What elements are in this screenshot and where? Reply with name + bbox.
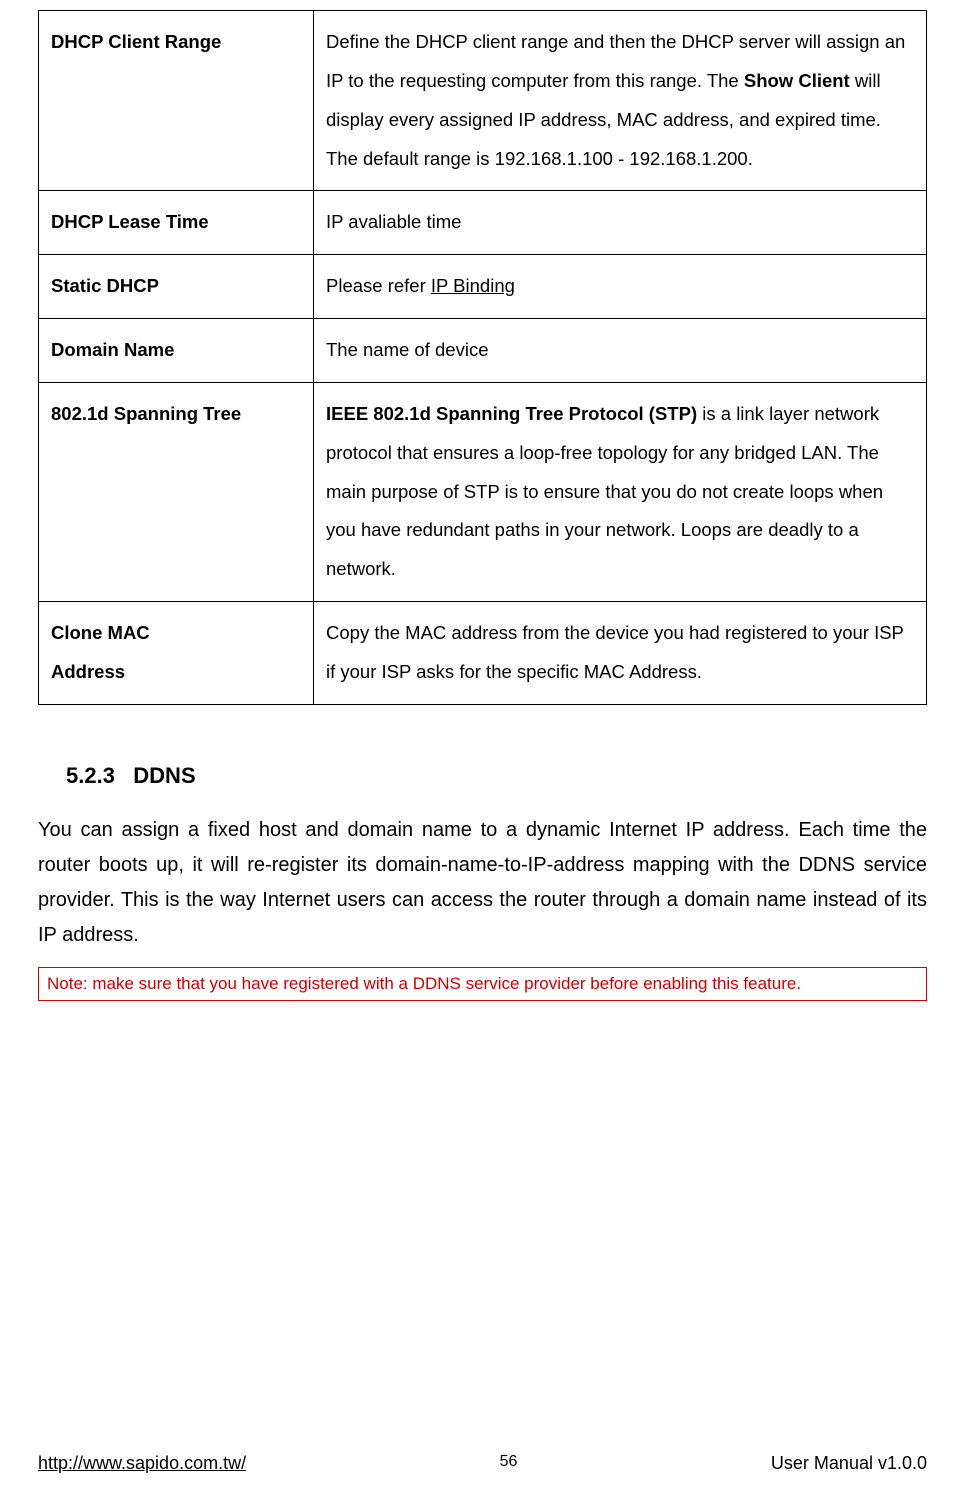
row-desc: IP avaliable time — [314, 191, 927, 255]
row-label: Clone MAC Address — [39, 602, 314, 705]
table-row: DHCP Lease Time IP avaliable time — [39, 191, 927, 255]
row-label: Static DHCP — [39, 255, 314, 319]
footer-page-number: 56 — [246, 1453, 771, 1474]
footer-version: User Manual v1.0.0 — [771, 1453, 927, 1474]
row-desc: The name of device — [314, 319, 927, 383]
row-label: DHCP Client Range — [39, 11, 314, 191]
row-desc: Please refer IP Binding — [314, 255, 927, 319]
table-row: Clone MAC Address Copy the MAC address f… — [39, 602, 927, 705]
row-label: DHCP Lease Time — [39, 191, 314, 255]
table-row: 802.1d Spanning Tree IEEE 802.1d Spannin… — [39, 382, 927, 601]
table-row: Domain Name The name of device — [39, 319, 927, 383]
ip-binding-link[interactable]: IP Binding — [431, 275, 515, 296]
page-footer: http://www.sapido.com.tw/ 56 User Manual… — [38, 1453, 927, 1474]
row-label: Domain Name — [39, 319, 314, 383]
row-label: 802.1d Spanning Tree — [39, 382, 314, 601]
footer-url[interactable]: http://www.sapido.com.tw/ — [38, 1453, 246, 1474]
settings-table: DHCP Client Range Define the DHCP client… — [38, 10, 927, 705]
row-desc: Copy the MAC address from the device you… — [314, 602, 927, 705]
table-row: Static DHCP Please refer IP Binding — [39, 255, 927, 319]
row-desc: Define the DHCP client range and then th… — [314, 11, 927, 191]
section-heading: 5.2.3 DDNS — [66, 763, 927, 789]
row-desc: IEEE 802.1d Spanning Tree Protocol (STP)… — [314, 382, 927, 601]
note-box: Note: make sure that you have registered… — [38, 967, 927, 1001]
table-row: DHCP Client Range Define the DHCP client… — [39, 11, 927, 191]
section-body: You can assign a fixed host and domain n… — [38, 813, 927, 953]
